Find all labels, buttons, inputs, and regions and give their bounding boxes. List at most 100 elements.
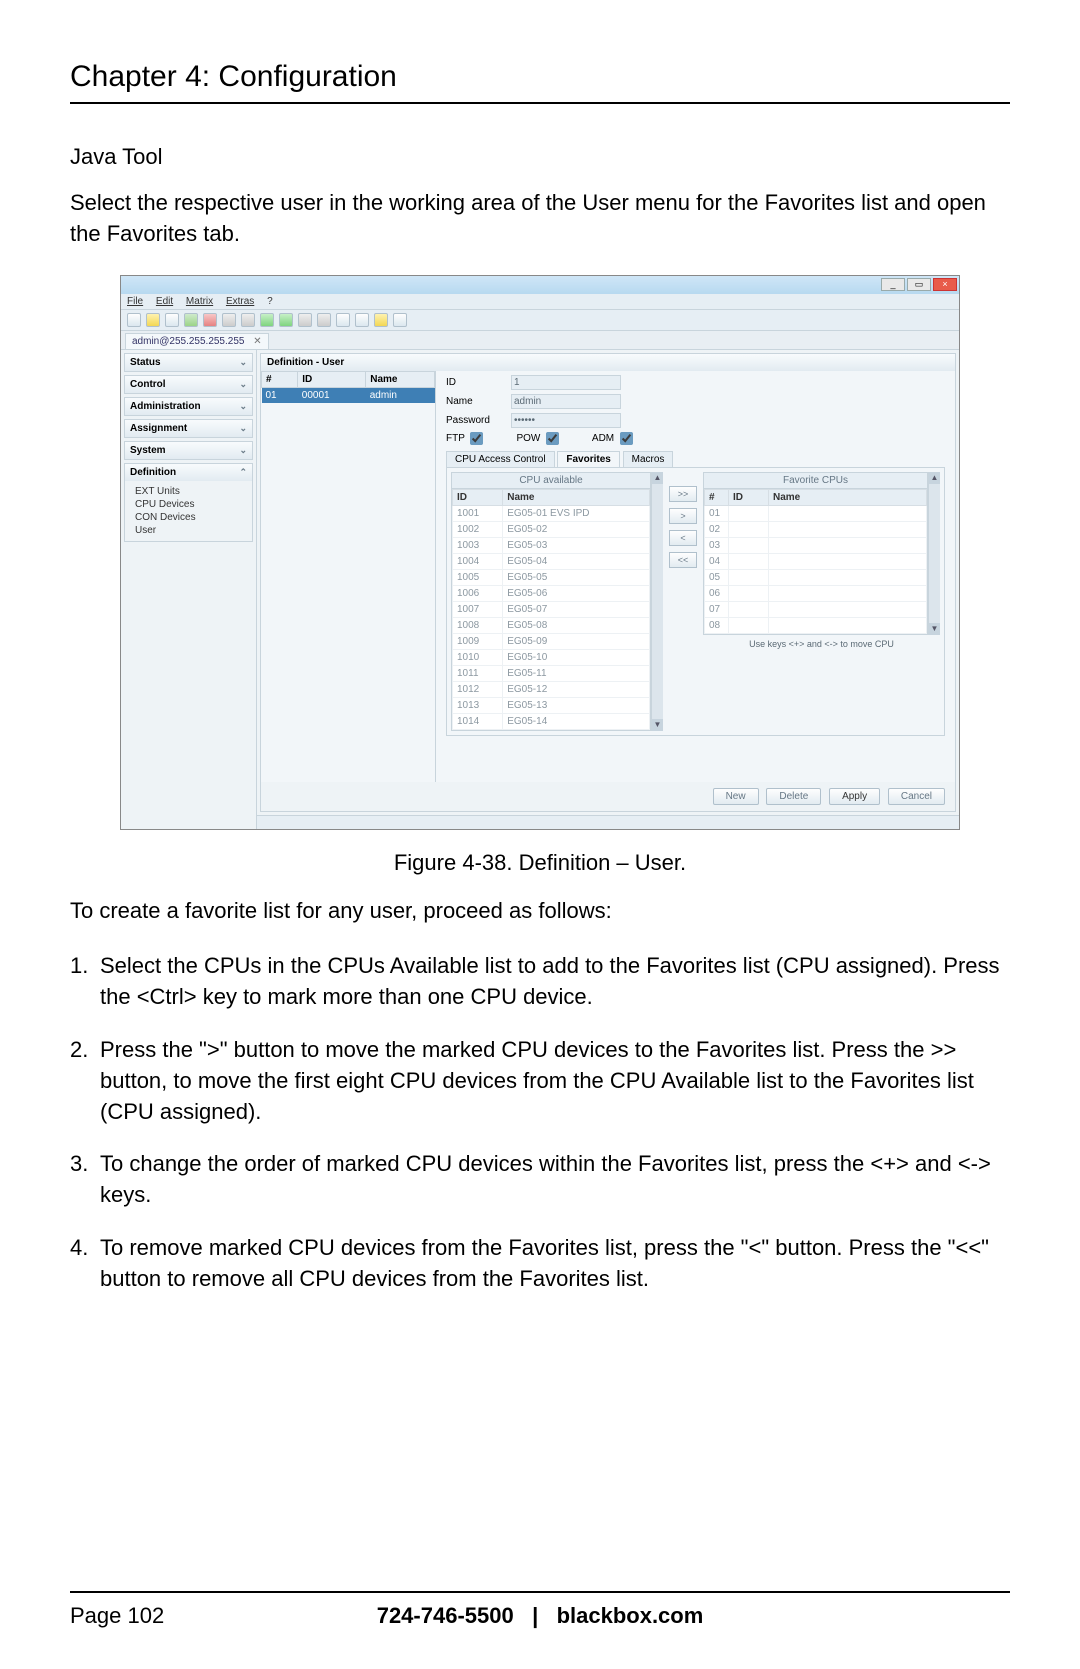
id-field[interactable] bbox=[511, 375, 621, 390]
open-icon[interactable] bbox=[146, 313, 160, 327]
intro-text: Select the respective user in the workin… bbox=[70, 188, 1010, 250]
user-list: # ID Name 01 00001 admin bbox=[261, 371, 436, 782]
new-button[interactable]: New bbox=[713, 788, 759, 805]
maximize-button[interactable]: ▭ bbox=[907, 278, 931, 291]
save-icon[interactable] bbox=[165, 313, 179, 327]
list-item[interactable]: 08 bbox=[705, 617, 927, 633]
list-item[interactable]: 07 bbox=[705, 601, 927, 617]
refresh-icon[interactable] bbox=[184, 313, 198, 327]
list-item[interactable]: 1014EG05-14 bbox=[453, 713, 650, 729]
add-all-button[interactable]: >> bbox=[669, 486, 697, 502]
sidebar-subitem-ext[interactable]: EXT Units bbox=[135, 485, 252, 498]
scroll-down-icon[interactable]: ▼ bbox=[652, 719, 663, 731]
col-name[interactable]: Name bbox=[769, 489, 927, 505]
paste-icon[interactable] bbox=[241, 313, 255, 327]
statusbar bbox=[257, 815, 959, 829]
remove-button[interactable]: < bbox=[669, 530, 697, 546]
panel-title: Definition - User bbox=[261, 354, 955, 371]
scroll-down-icon[interactable]: ▼ bbox=[929, 623, 940, 635]
list-item: 2.Press the ">" button to move the marke… bbox=[70, 1035, 1010, 1127]
list-item[interactable]: 1005EG05-05 bbox=[453, 569, 650, 585]
list-item[interactable]: 1012EG05-12 bbox=[453, 681, 650, 697]
doc1-icon[interactable] bbox=[336, 313, 350, 327]
delete-icon[interactable] bbox=[203, 313, 217, 327]
doc2-icon[interactable] bbox=[355, 313, 369, 327]
scrollbar[interactable]: ▲ ▼ bbox=[928, 472, 940, 635]
sidebar-subitem-user[interactable]: User bbox=[135, 524, 252, 537]
chevron-down-icon: ⌄ bbox=[239, 379, 247, 390]
sidebar-subitem-cpu[interactable]: CPU Devices bbox=[135, 498, 252, 511]
add-button[interactable]: > bbox=[669, 508, 697, 524]
menu-edit[interactable]: Edit bbox=[156, 296, 173, 307]
sidebar-item-status[interactable]: Status⌄ bbox=[125, 354, 252, 371]
list-item[interactable]: 1011EG05-11 bbox=[453, 665, 650, 681]
tool2-icon[interactable] bbox=[317, 313, 331, 327]
list-item[interactable]: 05 bbox=[705, 569, 927, 585]
sidebar-item-definition[interactable]: Definition⌃ bbox=[125, 464, 252, 481]
scrollbar[interactable]: ▲ ▼ bbox=[651, 472, 663, 731]
other-icon[interactable] bbox=[393, 313, 407, 327]
list-item[interactable]: 03 bbox=[705, 537, 927, 553]
connection-tab[interactable]: admin@255.255.255.255 ✕ bbox=[125, 333, 269, 349]
tab-macros[interactable]: Macros bbox=[623, 451, 674, 467]
sidebar-item-control[interactable]: Control⌄ bbox=[125, 376, 252, 393]
tab-cpu-access[interactable]: CPU Access Control bbox=[446, 451, 555, 467]
table-row[interactable]: 01 00001 admin bbox=[262, 387, 435, 403]
list-item[interactable]: 02 bbox=[705, 521, 927, 537]
list-item[interactable]: 1003EG05-03 bbox=[453, 537, 650, 553]
list-item[interactable]: 06 bbox=[705, 585, 927, 601]
apply-button[interactable]: Apply bbox=[829, 788, 880, 805]
menubar: File Edit Matrix Extras ? bbox=[121, 294, 959, 310]
list-item[interactable]: 1006EG05-06 bbox=[453, 585, 650, 601]
list-item[interactable]: 1009EG05-09 bbox=[453, 633, 650, 649]
list-item[interactable]: 1002EG05-02 bbox=[453, 521, 650, 537]
scroll-up-icon[interactable]: ▲ bbox=[652, 472, 663, 484]
connect2-icon[interactable] bbox=[279, 313, 293, 327]
sidebar-subitem-con[interactable]: CON Devices bbox=[135, 511, 252, 524]
list-item[interactable]: 1007EG05-07 bbox=[453, 601, 650, 617]
col-num[interactable]: # bbox=[262, 371, 298, 387]
sidebar-item-system[interactable]: System⌄ bbox=[125, 442, 252, 459]
menu-help[interactable]: ? bbox=[267, 296, 273, 307]
col-id[interactable]: ID bbox=[298, 371, 366, 387]
menu-file[interactable]: File bbox=[127, 296, 143, 307]
password-label: Password bbox=[446, 415, 511, 426]
list-item[interactable]: 01 bbox=[705, 505, 927, 521]
tool1-icon[interactable] bbox=[298, 313, 312, 327]
list-item[interactable]: 1008EG05-08 bbox=[453, 617, 650, 633]
ftp-checkbox[interactable] bbox=[470, 432, 483, 445]
list-item[interactable]: 1013EG05-13 bbox=[453, 697, 650, 713]
menu-extras[interactable]: Extras bbox=[226, 296, 254, 307]
sidebar-item-administration[interactable]: Administration⌄ bbox=[125, 398, 252, 415]
connect-icon[interactable] bbox=[260, 313, 274, 327]
scroll-up-icon[interactable]: ▲ bbox=[929, 472, 940, 484]
footer-sep: | bbox=[532, 1603, 538, 1628]
col-num[interactable]: # bbox=[705, 489, 729, 505]
remove-all-button[interactable]: << bbox=[669, 552, 697, 568]
copy-icon[interactable] bbox=[222, 313, 236, 327]
close-button[interactable]: × bbox=[933, 278, 957, 291]
list-item[interactable]: 1001EG05-01 EVS IPD bbox=[453, 505, 650, 521]
list-item[interactable]: 1010EG05-10 bbox=[453, 649, 650, 665]
col-id[interactable]: ID bbox=[729, 489, 769, 505]
list-item[interactable]: 1004EG05-04 bbox=[453, 553, 650, 569]
cancel-button[interactable]: Cancel bbox=[888, 788, 945, 805]
sidebar-item-assignment[interactable]: Assignment⌄ bbox=[125, 420, 252, 437]
list-item[interactable]: 04 bbox=[705, 553, 927, 569]
app-window: _ ▭ × File Edit Matrix Extras ? admin@25… bbox=[120, 275, 960, 830]
pow-checkbox[interactable] bbox=[546, 432, 559, 445]
menu-matrix[interactable]: Matrix bbox=[186, 296, 213, 307]
name-field[interactable] bbox=[511, 394, 621, 409]
col-id[interactable]: ID bbox=[453, 489, 503, 505]
tab-favorites[interactable]: Favorites bbox=[557, 451, 619, 467]
close-icon[interactable]: ✕ bbox=[253, 336, 261, 347]
minimize-button[interactable]: _ bbox=[881, 278, 905, 291]
chart-icon[interactable] bbox=[374, 313, 388, 327]
chevron-down-icon: ⌄ bbox=[239, 401, 247, 412]
col-name[interactable]: Name bbox=[366, 371, 435, 387]
delete-button[interactable]: Delete bbox=[766, 788, 821, 805]
adm-checkbox[interactable] bbox=[620, 432, 633, 445]
password-field[interactable] bbox=[511, 413, 621, 428]
col-name[interactable]: Name bbox=[503, 489, 650, 505]
new-icon[interactable] bbox=[127, 313, 141, 327]
